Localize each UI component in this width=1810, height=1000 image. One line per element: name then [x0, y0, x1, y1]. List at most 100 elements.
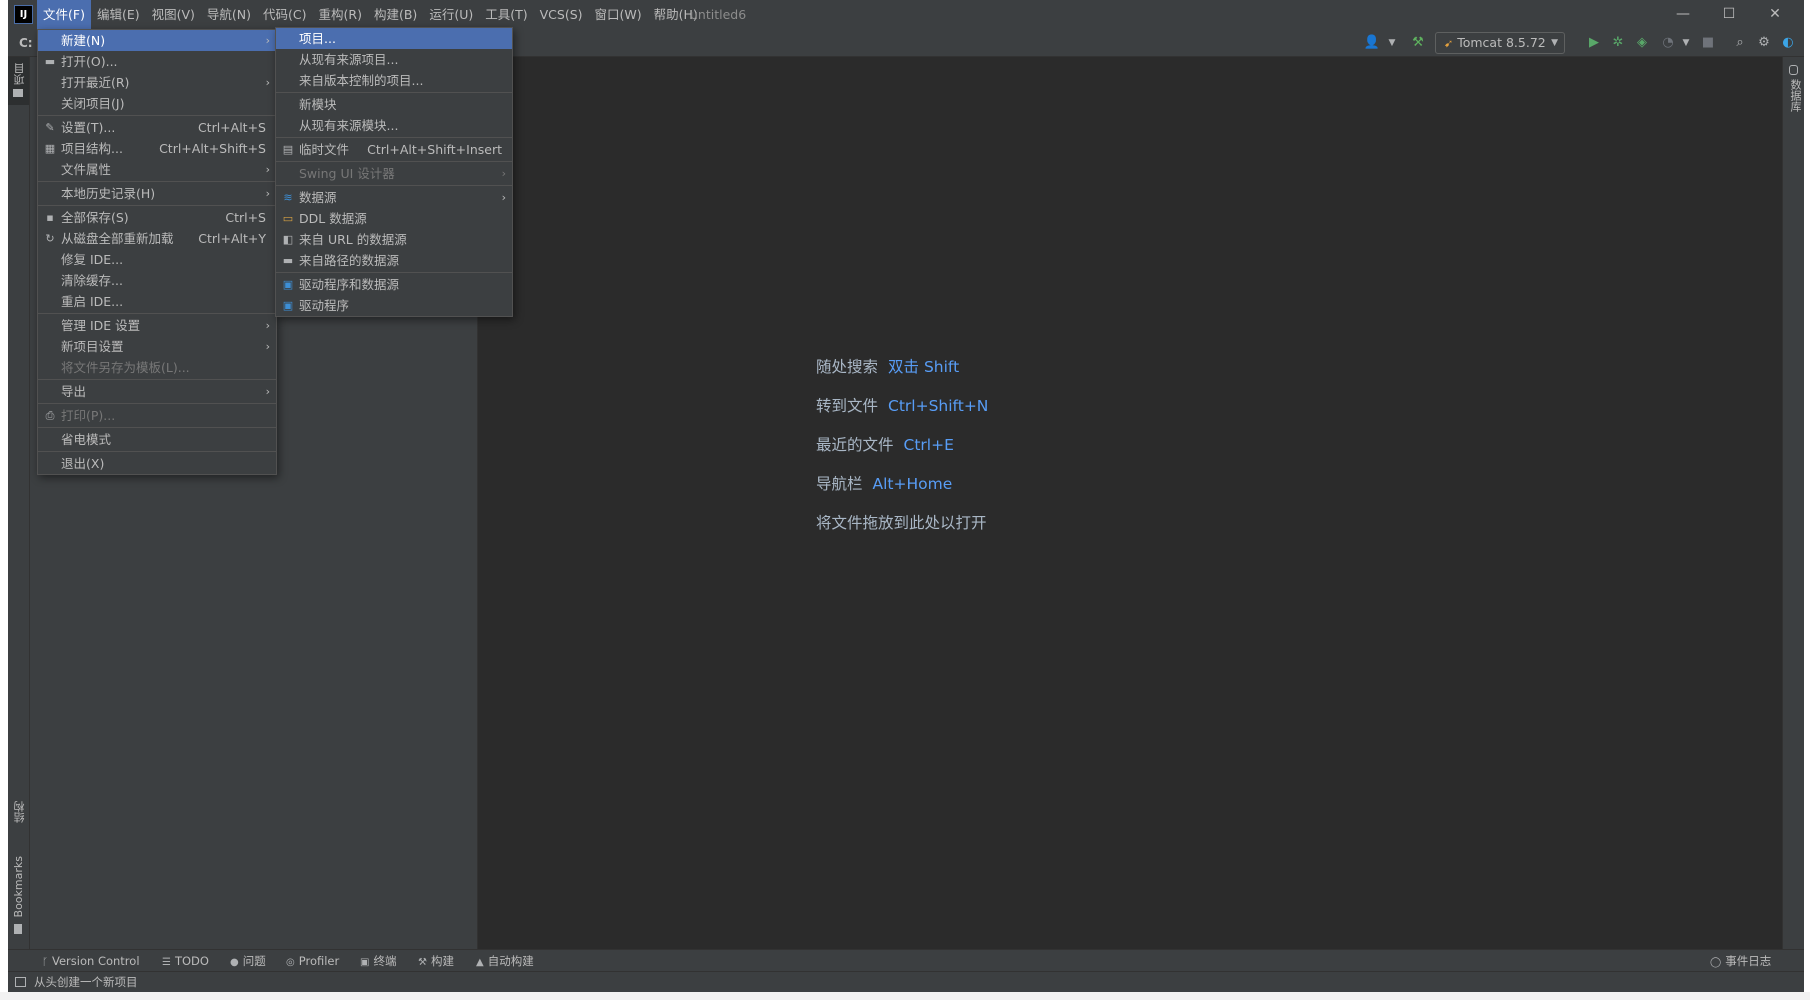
maximize-button[interactable]: ☐	[1706, 0, 1752, 29]
file-menu-item[interactable]: ✎ 设置(T)... Ctrl+Alt+S	[38, 117, 276, 138]
project-tool-label: 项目	[13, 63, 26, 85]
run-icon[interactable]: ▶	[1584, 33, 1604, 53]
file-menu-item[interactable]: ▦ 项目结构... Ctrl+Alt+Shift+S	[38, 138, 276, 159]
new-submenu-item[interactable]: ▤ 临时文件 Ctrl+Alt+Shift+Insert	[276, 139, 512, 160]
chevron-down-icon[interactable]: ▼	[1382, 33, 1402, 53]
menu-separator	[38, 451, 276, 452]
file-menu-item[interactable]: 文件属性 ›	[38, 159, 276, 180]
hint-goto-file: 转到文件 Ctrl+Shift+N	[816, 394, 988, 416]
hint-navigation-bar: 导航栏 Alt+Home	[816, 472, 952, 494]
tool-label: 终端	[373, 954, 397, 968]
file-menu-item[interactable]: 关闭项目(J)	[38, 93, 276, 114]
new-submenu-item[interactable]: 来自版本控制的项目...	[276, 70, 512, 91]
structure-tool-tab[interactable]: 结构	[8, 797, 29, 847]
chevron-down-icon[interactable]: ▼	[1676, 33, 1696, 53]
new-submenu-item[interactable]: 从现有来源项目...	[276, 49, 512, 70]
tool-window-toggle-icon[interactable]	[15, 977, 26, 987]
menu-navigate[interactable]: 导航(N)	[201, 0, 257, 29]
stop-icon[interactable]: ■	[1698, 33, 1718, 53]
menu-item-label: 从现有来源模块...	[299, 118, 399, 133]
chevron-right-icon: ›	[265, 385, 270, 398]
project-title: untitled6	[690, 7, 747, 22]
menu-item-label: 退出(X)	[61, 456, 105, 471]
menu-item-label: 新建(N)	[61, 33, 106, 48]
menu-file[interactable]: 文件(F)	[37, 0, 91, 29]
menu-view[interactable]: 视图(V)	[146, 0, 201, 29]
file-menu-item[interactable]: 打开最近(R) ›	[38, 72, 276, 93]
file-menu-item[interactable]: 清除缓存...	[38, 270, 276, 291]
intellij-logo-icon: IJ	[14, 5, 33, 24]
menu-item-label: 临时文件	[299, 142, 350, 157]
file-menu-item[interactable]: 新建(N) ›	[38, 30, 276, 51]
minimize-button[interactable]: —	[1660, 0, 1706, 29]
print-icon: ⎙	[45, 409, 55, 422]
menu-edit[interactable]: 编辑(E)	[91, 0, 146, 29]
new-submenu-item[interactable]: ▣ 驱动程序和数据源	[276, 274, 512, 295]
new-submenu-item[interactable]: ≋ 数据源 ›	[276, 187, 512, 208]
new-submenu-item[interactable]: ▬ 来自路径的数据源	[276, 250, 512, 271]
event-log-icon: ◯	[1710, 957, 1722, 968]
menu-item-label: 从现有来源项目...	[299, 52, 399, 67]
database-icon: ≋	[283, 191, 293, 204]
user-icon[interactable]: 👤	[1362, 33, 1382, 53]
file-menu-item[interactable]: 重启 IDE...	[38, 291, 276, 312]
navigation-bar-root[interactable]: C:	[19, 29, 33, 57]
file-menu-item[interactable]: 导出 ›	[38, 381, 276, 402]
search-icon[interactable]: ⌕	[1730, 33, 1750, 53]
menu-run[interactable]: 运行(U)	[423, 0, 479, 29]
gear-icon[interactable]: ⚙	[1754, 33, 1774, 53]
file-menu-item[interactable]: 新项目设置 ›	[38, 336, 276, 357]
database-tool-tab[interactable]: 数据库	[1783, 57, 1804, 127]
hint-drop-files: 将文件拖放到此处以打开	[816, 514, 987, 532]
menu-item-label: 将文件另存为模板(L)...	[61, 360, 190, 375]
hint-shortcut: Ctrl+E	[903, 436, 954, 454]
debug-icon[interactable]: ✲	[1608, 33, 1628, 53]
new-submenu-item[interactable]: ◧ 来自 URL 的数据源	[276, 229, 512, 250]
file-menu-item[interactable]: 管理 IDE 设置 ›	[38, 315, 276, 336]
file-menu-item[interactable]: ▪ 全部保存(S) Ctrl+S	[38, 207, 276, 228]
close-window-button[interactable]: ✕	[1752, 0, 1798, 29]
new-submenu-item[interactable]: 从现有来源模块...	[276, 115, 512, 136]
project-structure-icon: ▦	[44, 142, 56, 155]
menu-vcs[interactable]: VCS(S)	[534, 0, 589, 29]
hint-search-everywhere: 随处搜索 双击 Shift	[816, 355, 959, 377]
list-icon: ☰	[162, 957, 171, 968]
run-configuration-selector[interactable]: ➹ Tomcat 8.5.72 ▼	[1435, 32, 1565, 54]
file-menu-popup: 新建(N) › ▬ 打开(O)... 打开最近(R) › 关闭项目(J) ✎ 设置(T)... C…	[37, 29, 277, 475]
background-window-strip	[0, 992, 1810, 1000]
profiler-icon: ◎	[286, 957, 295, 968]
hint-label: 随处搜索	[816, 358, 879, 376]
menu-build[interactable]: 构建(B)	[368, 0, 423, 29]
plugin-shield-icon[interactable]: ◐	[1778, 33, 1798, 53]
menu-separator	[38, 313, 276, 314]
file-menu-item[interactable]: ▬ 打开(O)...	[38, 51, 276, 72]
build-hammer-icon[interactable]: ⚒	[1408, 33, 1428, 53]
tomcat-icon: ➹	[1444, 37, 1454, 50]
menu-item-label: 导出	[61, 384, 87, 399]
ddl-icon: ▭	[282, 212, 294, 225]
bookmarks-tool-tab[interactable]: Bookmarks	[8, 852, 29, 942]
menu-separator	[276, 185, 512, 186]
project-tool-tab[interactable]: 项目	[8, 57, 29, 105]
menu-code[interactable]: 代码(C)	[257, 0, 312, 29]
new-submenu-item[interactable]: 新模块	[276, 94, 512, 115]
new-submenu-item[interactable]: ▣ 驱动程序	[276, 295, 512, 316]
file-menu-item[interactable]: 退出(X)	[38, 453, 276, 474]
hint-recent-files: 最近的文件 Ctrl+E	[816, 433, 954, 455]
tool-label: TODO	[174, 954, 209, 968]
menu-refactor[interactable]: 重构(R)	[313, 0, 368, 29]
menu-tools[interactable]: 工具(T)	[479, 0, 533, 29]
new-submenu-item[interactable]: ▭ DDL 数据源	[276, 208, 512, 229]
menu-separator	[38, 379, 276, 380]
coverage-icon[interactable]: ◈	[1632, 33, 1652, 53]
file-menu-item[interactable]: 本地历史记录(H) ›	[38, 183, 276, 204]
menu-window[interactable]: 窗口(W)	[589, 0, 648, 29]
file-menu-item[interactable]: ↻ 从磁盘全部重新加载 Ctrl+Alt+Y	[38, 228, 276, 249]
file-menu-item[interactable]: 省电模式	[38, 429, 276, 450]
vcs-icon: ᚴ	[42, 957, 48, 968]
file-menu-item[interactable]: 修复 IDE...	[38, 249, 276, 270]
chevron-right-icon: ›	[265, 34, 270, 47]
new-submenu-item[interactable]: 项目...	[276, 28, 512, 49]
hint-shortcut: Ctrl+Shift+N	[888, 397, 989, 415]
profile-icon[interactable]: ◔	[1658, 33, 1678, 53]
